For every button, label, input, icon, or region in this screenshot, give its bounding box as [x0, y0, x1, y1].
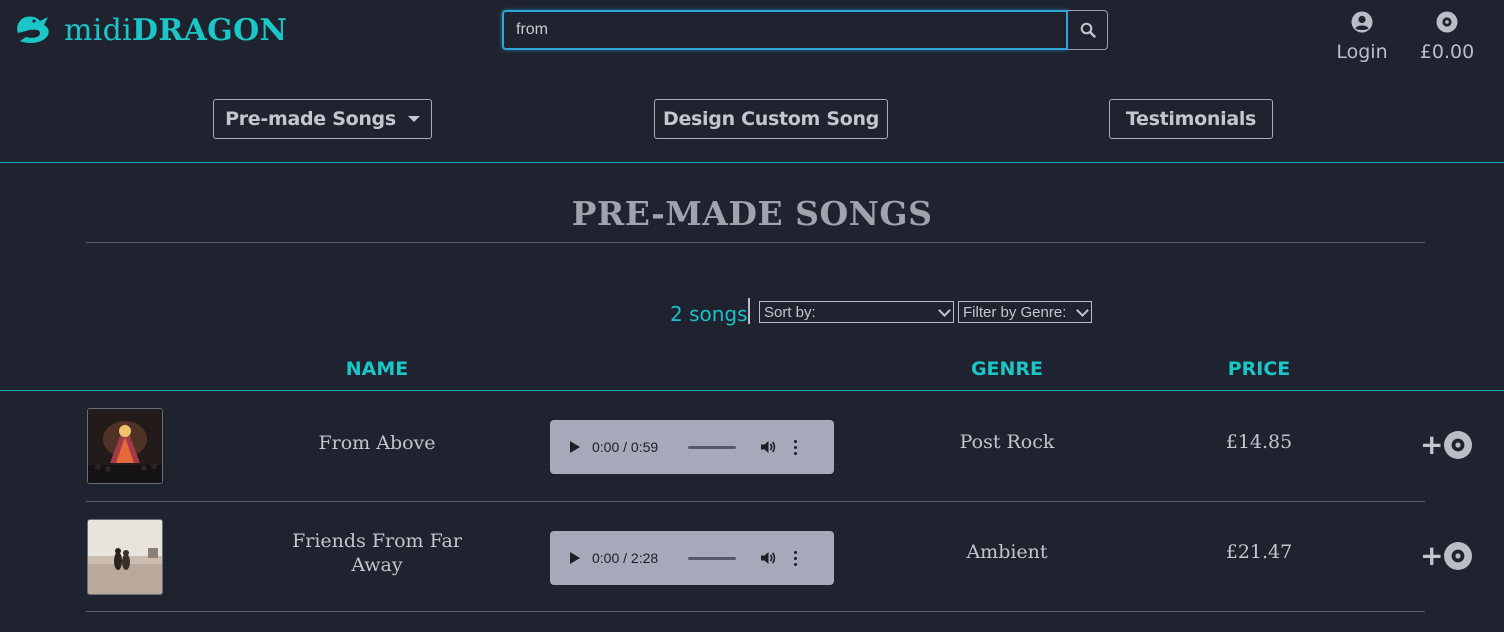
search-input[interactable] — [502, 10, 1068, 50]
song-name: From Above — [318, 432, 436, 454]
volume-icon[interactable] — [760, 550, 776, 566]
play-icon[interactable] — [570, 552, 580, 564]
album-art[interactable] — [87, 519, 163, 595]
site-logo[interactable]: midiDRAGON — [14, 12, 287, 50]
search-bar — [502, 10, 1108, 50]
column-header-name: NAME — [345, 358, 409, 380]
album-art-image — [88, 520, 162, 594]
audio-player[interactable]: 0:00 / 0:59 — [550, 420, 834, 474]
audio-time: 0:00 / 2:28 — [592, 550, 659, 566]
user-icon — [1351, 11, 1373, 33]
genre-filter-select[interactable]: Filter by Genre: — [958, 301, 1092, 323]
chevron-down-icon — [1076, 303, 1089, 317]
record-icon — [1444, 431, 1473, 459]
nav-divider — [0, 162, 1504, 163]
dragon-icon — [17, 16, 49, 43]
chevron-down-icon — [938, 303, 951, 317]
logo-text-midi: midi — [64, 13, 133, 48]
title-divider — [86, 242, 1425, 243]
controls-separator — [748, 298, 750, 324]
caret-down-icon — [407, 116, 420, 122]
audio-time: 0:00 / 0:59 — [592, 439, 659, 455]
audio-player[interactable]: 0:00 / 2:28 — [550, 531, 834, 585]
column-header-genre: GENRE — [970, 358, 1044, 380]
record-icon — [1444, 542, 1473, 570]
search-icon — [1080, 22, 1096, 38]
album-art-image — [88, 409, 162, 483]
premade-songs-label: Pre-made Songs — [225, 108, 396, 130]
table-row: From Above 0:00 / 0:59 Post Rock £14.85 … — [0, 392, 1504, 502]
song-price: £14.85 — [1225, 431, 1293, 453]
more-options-icon[interactable] — [794, 439, 797, 455]
audio-progress-bar[interactable] — [688, 445, 736, 449]
audio-progress-bar[interactable] — [688, 556, 736, 560]
song-genre: Ambient — [966, 541, 1048, 563]
record-icon — [1436, 11, 1458, 33]
plus-icon: + — [1420, 428, 1444, 461]
plus-icon: + — [1420, 539, 1444, 572]
sort-select-value: Sort by: — [764, 303, 816, 321]
cart-total: £0.00 — [1419, 41, 1475, 63]
testimonials-button[interactable]: Testimonials — [1109, 99, 1273, 139]
design-custom-song-label: Design Custom Song — [662, 108, 879, 130]
album-art[interactable] — [87, 408, 163, 484]
column-header-price: PRICE — [1227, 358, 1291, 380]
logo-text-dragon: DRAGON — [132, 13, 288, 48]
search-button[interactable] — [1068, 10, 1108, 50]
genre-filter-value: Filter by Genre: — [963, 303, 1067, 321]
logo-text: midiDRAGON — [64, 12, 287, 50]
song-genre: Post Rock — [959, 431, 1055, 453]
more-options-icon[interactable] — [794, 550, 797, 566]
premade-songs-dropdown[interactable]: Pre-made Songs — [213, 99, 432, 139]
song-name: Friends From Far Away — [292, 530, 462, 576]
play-icon[interactable] — [570, 441, 580, 453]
login-label: Login — [1336, 41, 1388, 63]
testimonials-label: Testimonials — [1125, 108, 1257, 130]
row-divider — [86, 611, 1425, 612]
login-link[interactable]: Login — [1336, 11, 1388, 63]
add-to-cart-button[interactable]: + — [1420, 430, 1473, 460]
song-price: £21.47 — [1225, 541, 1293, 563]
sort-select[interactable]: Sort by: — [759, 301, 954, 323]
song-count: 2 songs — [670, 302, 748, 326]
design-custom-song-button[interactable]: Design Custom Song — [654, 99, 888, 139]
add-to-cart-button[interactable]: + — [1420, 541, 1473, 571]
table-row: Friends From Far Away 0:00 / 2:28 Ambien… — [0, 502, 1504, 612]
volume-icon[interactable] — [760, 439, 776, 455]
page-title: PRE-MADE SONGS — [571, 194, 933, 233]
cart-link[interactable]: £0.00 — [1420, 11, 1474, 63]
header-divider — [0, 390, 1504, 391]
